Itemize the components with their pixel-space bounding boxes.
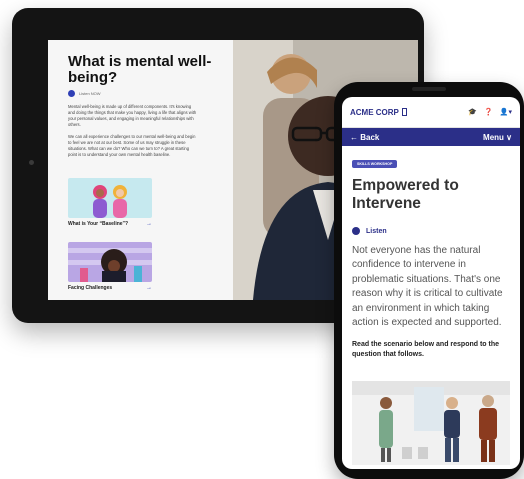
arrow-right-icon: →: [146, 285, 152, 291]
card-baseline[interactable]: What is Your “Baseline”? →: [68, 178, 152, 227]
brand-logo[interactable]: ACME CORP: [350, 108, 407, 117]
challenges-illustration: [68, 242, 152, 282]
menu-button[interactable]: Menu ∨: [483, 133, 512, 142]
listen-label: Listen NOW: [79, 91, 101, 96]
lesson-title: Empowered to Intervene: [352, 177, 459, 212]
workshop-badge: SKILLS WORKSHOP: [352, 160, 398, 168]
phone-speaker: [412, 87, 446, 91]
nav-bar: ← Back Menu ∨: [342, 128, 520, 146]
graduation-cap-icon[interactable]: 🎓: [468, 108, 477, 116]
brand-name: ACME CORP: [350, 107, 399, 117]
scenario-prompt: Read the scenario below and respond to t…: [352, 341, 500, 359]
arrow-right-icon: →: [146, 221, 152, 227]
play-icon: [352, 227, 360, 235]
listen-control[interactable]: Listen NOW: [68, 90, 101, 97]
app-header: ACME CORP 🎓 ❓ 👤▾: [342, 97, 520, 128]
listen-label: Listen: [366, 227, 387, 235]
card-facing-challenges[interactable]: Facing Challenges →: [68, 242, 152, 291]
scenario-illustration: [352, 381, 510, 465]
tablet-content-panel: What is mental well-being? Listen NOW Me…: [48, 40, 233, 300]
card-baseline-label: What is Your “Baseline”?: [68, 221, 129, 227]
intro-paragraph: Mental well-being is made up of differen…: [68, 104, 197, 127]
listen-control[interactable]: Listen: [352, 227, 520, 235]
phone-device: ACME CORP 🎓 ❓ 👤▾ ← Back Menu ∨ SKILLS WO…: [334, 82, 524, 479]
challenge-paragraph: We can all experience challenges to our …: [68, 134, 196, 157]
play-icon: [68, 90, 75, 97]
card-challenges-label: Facing Challenges: [68, 285, 113, 291]
baseline-illustration: [68, 178, 152, 218]
building-icon: [401, 108, 407, 116]
page-title: What is mental well-being?: [68, 53, 212, 86]
account-icon[interactable]: 👤▾: [500, 108, 512, 116]
tablet-camera: [29, 160, 34, 165]
help-icon[interactable]: ❓: [484, 108, 493, 116]
lesson-body: Not everyone has the natural confidence …: [352, 245, 503, 329]
phone-screen: ACME CORP 🎓 ❓ 👤▾ ← Back Menu ∨ SKILLS WO…: [342, 97, 520, 469]
back-button[interactable]: ← Back: [350, 133, 379, 142]
